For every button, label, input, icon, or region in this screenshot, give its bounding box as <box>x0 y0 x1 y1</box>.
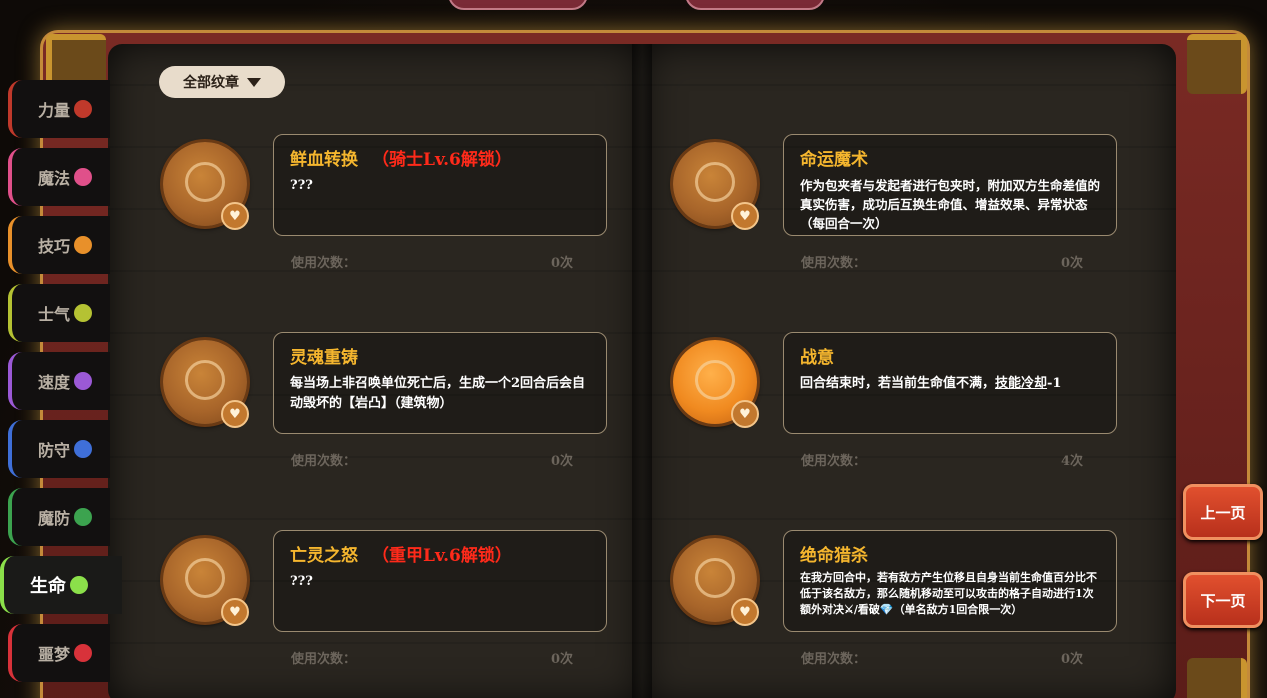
tab-nightmare[interactable]: 噩梦 <box>8 624 110 682</box>
tab-label: 士气 <box>38 305 71 324</box>
usage-value: 0次 <box>550 454 573 469</box>
defense-icon <box>74 440 93 458</box>
prev-page-label: 上一页 <box>1200 503 1246 522</box>
tab-magic[interactable]: 魔法 <box>8 148 110 206</box>
emblem-info-box: 战意 回合结束时，若当前生命值不满，技能冷却-1 <box>783 332 1117 434</box>
top-tab-left[interactable] <box>448 0 588 10</box>
usage-count: 使用次数： 0次 <box>291 648 573 667</box>
emblem-info-box: 命运魔术 作为包夹者与发起者进行包夹时，附加双方生命差值的真实伤害，成功后互换生… <box>783 134 1117 236</box>
unlock-requirement: （骑士Lv.6解锁） <box>372 150 512 170</box>
usage-count: 使用次数： 4次 <box>801 450 1083 469</box>
unlock-requirement: （重甲Lv.6解锁） <box>372 546 512 566</box>
usage-label: 使用次数： <box>801 454 867 469</box>
description-text: -1 <box>1047 376 1062 391</box>
skill-icon <box>74 236 93 254</box>
blood-conversion-emblem-icon: ♥ <box>163 142 249 230</box>
next-page-label: 下一页 <box>1200 591 1246 610</box>
next-page-button[interactable]: 下一页 <box>1183 572 1263 628</box>
usage-label: 使用次数： <box>291 652 357 667</box>
tab-speed[interactable]: 速度 <box>8 352 110 410</box>
emblem-description: 回合结束时，若当前生命值不满，技能冷却-1 <box>800 374 1100 394</box>
tab-label: 魔防 <box>38 509 71 528</box>
tab-defense[interactable]: 防守 <box>8 420 110 478</box>
usage-value: 0次 <box>550 256 573 271</box>
corner-ornament <box>1187 658 1247 698</box>
battle-will-emblem-icon: ♥ <box>673 340 759 428</box>
filter-label: 全部纹章 <box>183 75 239 91</box>
tab-life[interactable]: 生命 <box>0 556 122 614</box>
top-tab-right[interactable] <box>685 0 825 10</box>
heart-badge-icon: ♥ <box>731 400 759 428</box>
tab-magic-defense[interactable]: 魔防 <box>8 488 110 546</box>
nightmare-icon <box>74 644 93 662</box>
tab-skill[interactable]: 技巧 <box>8 216 110 274</box>
magic-defense-icon <box>74 508 93 526</box>
emblem-title: 灵魂重铸 <box>290 348 358 368</box>
corner-ornament <box>1187 34 1247 94</box>
emblem-title: 亡灵之怒 <box>290 546 358 566</box>
usage-label: 使用次数： <box>801 652 867 667</box>
heart-badge-icon: ♥ <box>221 202 249 230</box>
usage-label: 使用次数： <box>801 256 867 271</box>
description-text: 回合结束时，若当前生命值不满， <box>800 376 996 391</box>
emblem-description: 在我方回合中，若有敌方产生位移且自身当前生命值百分比不低于该名敌方，那么随机移动… <box>800 571 1097 616</box>
skill-cooldown-link[interactable]: 技能冷却 <box>995 376 1047 391</box>
usage-value: 0次 <box>1060 256 1083 271</box>
usage-value: 0次 <box>550 652 573 667</box>
morale-icon <box>74 304 93 322</box>
chevron-down-icon <box>247 77 261 87</box>
emblem-description: ??? <box>290 178 313 193</box>
emblem-info-box: 灵魂重铸 每当场上非召唤单位死亡后，生成一个2回合后会自动毁坏的【岩凸】（建筑物… <box>273 332 607 434</box>
usage-label: 使用次数： <box>291 256 357 271</box>
emblem-title: 命运魔术 <box>800 150 868 170</box>
emblem-title: 战意 <box>800 348 834 368</box>
emblem-info-box: 亡灵之怒 （重甲Lv.6解锁） ??? <box>273 530 607 632</box>
usage-count: 使用次数： 0次 <box>291 450 573 469</box>
emblem-info-box: 绝命猎杀 在我方回合中，若有敌方产生位移且自身当前生命值百分比不低于该名敌方，那… <box>783 530 1117 632</box>
heart-badge-icon: ♥ <box>221 400 249 428</box>
heart-badge-icon: ♥ <box>731 598 759 626</box>
tab-label: 防守 <box>38 441 71 460</box>
usage-count: 使用次数： 0次 <box>801 252 1083 271</box>
tab-label: 生命 <box>30 576 66 597</box>
soul-reforge-emblem-icon: ♥ <box>163 340 249 428</box>
emblem-title: 绝命猎杀 <box>800 546 868 566</box>
usage-count: 使用次数： 0次 <box>801 648 1083 667</box>
heart-badge-icon: ♥ <box>731 202 759 230</box>
usage-label: 使用次数： <box>291 454 357 469</box>
usage-count: 使用次数： 0次 <box>291 252 573 271</box>
emblem-title: 鲜血转换 <box>290 150 358 170</box>
emblem-info-box: 鲜血转换 （骑士Lv.6解锁） ??? <box>273 134 607 236</box>
tab-strength[interactable]: 力量 <box>8 80 110 138</box>
tab-label: 魔法 <box>38 169 71 188</box>
undead-wrath-emblem-icon: ♥ <box>163 538 249 626</box>
fate-magic-emblem-icon: ♥ <box>673 142 759 230</box>
book-spine <box>632 44 652 698</box>
emblem-description: 作为包夹者与发起者进行包夹时，附加双方生命差值的真实伤害，成功后互换生命值、增益… <box>800 178 1101 231</box>
emblem-description: ??? <box>290 574 313 589</box>
emblem-filter-dropdown[interactable]: 全部纹章 <box>159 66 285 98</box>
strength-icon <box>74 100 93 118</box>
usage-value: 4次 <box>1060 454 1083 469</box>
deadly-hunt-emblem-icon: ♥ <box>673 538 759 626</box>
tab-label: 技巧 <box>38 237 71 256</box>
magic-icon <box>74 168 93 186</box>
tab-label: 力量 <box>38 101 71 120</box>
tab-label: 速度 <box>38 373 71 392</box>
tab-morale[interactable]: 士气 <box>8 284 110 342</box>
prev-page-button[interactable]: 上一页 <box>1183 484 1263 540</box>
usage-value: 0次 <box>1060 652 1083 667</box>
heart-badge-icon: ♥ <box>221 598 249 626</box>
speed-icon <box>74 372 93 390</box>
life-icon <box>70 576 88 594</box>
emblem-description: 每当场上非召唤单位死亡后，生成一个2回合后会自动毁坏的【岩凸】（建筑物） <box>290 376 586 411</box>
tab-label: 噩梦 <box>38 645 71 664</box>
